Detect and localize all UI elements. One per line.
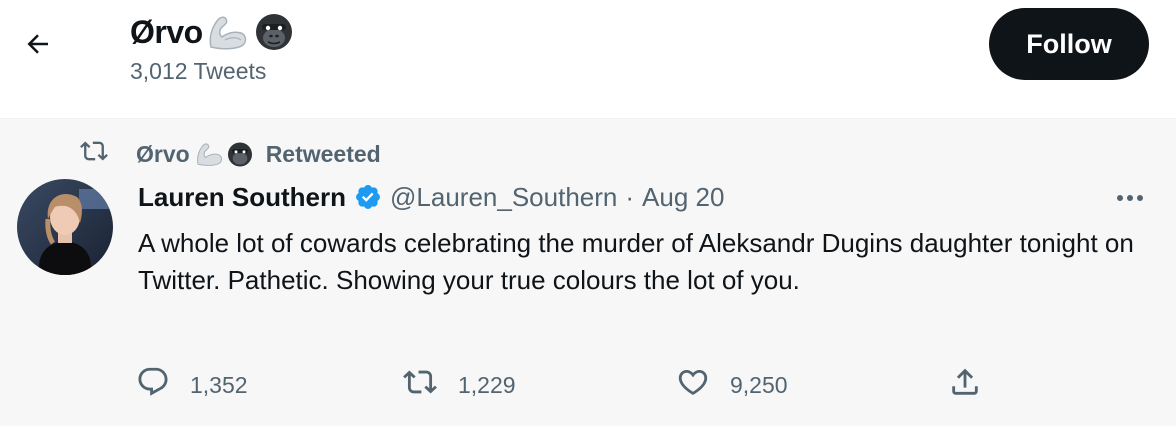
like-count: 9,250	[730, 371, 788, 398]
share-icon	[948, 365, 982, 405]
tweet-header: Lauren Southern @Lauren_Southern · Aug 2…	[138, 179, 724, 215]
more-horizontal-icon	[1115, 190, 1145, 208]
like-button[interactable]: 9,250	[676, 365, 788, 405]
back-button[interactable]	[14, 22, 62, 70]
retweet-context: Ørvo Retweeted	[78, 137, 381, 171]
share-button[interactable]	[948, 365, 982, 405]
verified-badge-icon	[354, 183, 382, 211]
twitter-profile-page: Ørvo 3,012 Tweets Follow Ørvo Retweeted …	[0, 0, 1176, 426]
retweet-icon	[402, 365, 438, 405]
reply-icon	[136, 365, 170, 405]
reply-button[interactable]: 1,352	[136, 365, 248, 405]
author-handle[interactable]: @Lauren_Southern	[390, 182, 617, 213]
gorilla-icon	[253, 12, 295, 52]
tweet-count: 3,012 Tweets	[130, 58, 267, 84]
retweeted-label: Retweeted	[265, 140, 381, 167]
author-avatar[interactable]	[17, 179, 113, 275]
profile-name-text: Ørvo	[130, 13, 203, 50]
retweet-count: 1,229	[458, 371, 516, 398]
follow-button[interactable]: Follow	[989, 8, 1149, 80]
arrow-left-icon	[23, 29, 53, 64]
more-options-button[interactable]	[1108, 183, 1152, 215]
retweeter-name[interactable]: Ørvo	[136, 141, 190, 168]
tweet-actions: 1,352 1,229 9,250	[136, 365, 1036, 405]
author-name[interactable]: Lauren Southern	[138, 182, 346, 213]
flexed-biceps-icon	[194, 141, 224, 167]
flexed-biceps-icon	[205, 13, 249, 51]
reply-count: 1,352	[190, 371, 248, 398]
profile-header: Ørvo 3,012 Tweets Follow	[0, 0, 1176, 118]
meta-separator: ·	[625, 181, 635, 212]
tweet-date[interactable]: Aug 20	[642, 182, 724, 213]
tweet[interactable]: Ørvo Retweeted Lauren Southern @Lauren_S…	[0, 118, 1176, 426]
gorilla-icon	[226, 141, 254, 168]
profile-name: Ørvo	[130, 12, 295, 52]
retweet-icon	[78, 137, 110, 171]
tweet-text: A whole lot of cowards celebrating the m…	[138, 228, 1134, 295]
heart-icon	[676, 365, 710, 405]
retweet-button[interactable]: 1,229	[402, 365, 516, 405]
